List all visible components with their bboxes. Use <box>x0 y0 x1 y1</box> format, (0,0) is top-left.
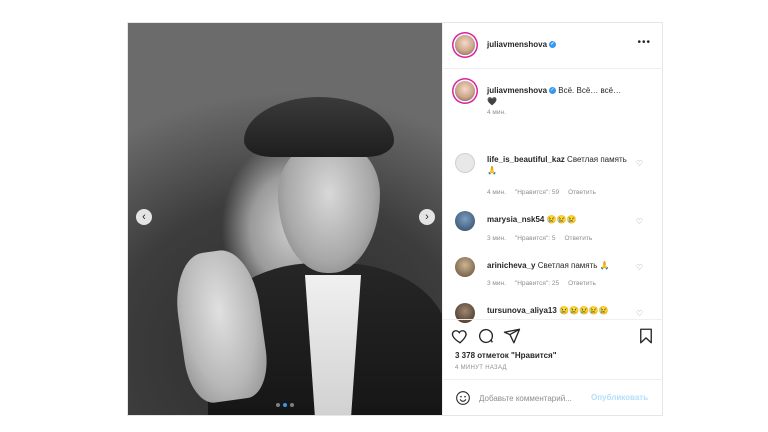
caption-text: Всё. Всё… всё… <box>558 86 622 95</box>
comment-text-row: marysia_nsk54 😢😢😢 <box>487 214 633 225</box>
post-actions: 3 378 отметок "Нравится" 4 МИНУТ НАЗАД <box>443 319 663 379</box>
more-options-icon[interactable]: ••• <box>637 37 651 48</box>
caption-username[interactable]: juliavmenshova <box>487 86 547 95</box>
caption-time: 4 мин. <box>487 109 506 116</box>
comment-like-heart-icon[interactable]: ♡ <box>636 159 643 168</box>
comment-text: 😢😢😢😢😢 <box>559 306 609 315</box>
publish-button[interactable]: Опубликовать <box>591 393 648 402</box>
emoji-smile-icon[interactable] <box>455 390 471 406</box>
comment-time: 4 мин. <box>487 189 506 196</box>
photo-face <box>278 141 380 273</box>
caption-text-row: juliavmenshova ✓ Всё. Всё… всё… 🖤 <box>487 85 633 107</box>
comment-time: 3 мин. <box>487 280 506 287</box>
carousel-prev-button[interactable]: ‹ <box>136 209 152 225</box>
comment-meta: 3 мин. "Нравится": 5 Ответить <box>487 235 601 242</box>
comment-like-heart-icon[interactable]: ♡ <box>636 217 643 226</box>
comment-likes-count[interactable]: "Нравится": 5 <box>515 235 556 242</box>
comment-reply-button[interactable]: Ответить <box>568 189 596 196</box>
post-modal: ‹ › juliavmenshova ✓ ••• juliavmenshova ✓ … <box>127 22 663 416</box>
comment-reply-button[interactable]: Ответить <box>564 235 592 242</box>
caption-author-avatar[interactable] <box>455 81 475 101</box>
comment-text-row: arinicheva_y Светлая память 🙏 <box>487 260 633 271</box>
carousel-indicator <box>276 403 294 407</box>
comment-text: Светлая память 🙏 <box>537 261 610 270</box>
comment-username[interactable]: life_is_beautiful_kaz <box>487 155 565 164</box>
comment-avatar[interactable] <box>455 211 475 231</box>
carousel-dot-active <box>283 403 287 407</box>
comment-avatar[interactable] <box>455 153 475 173</box>
comment-text-row: tursunova_aliya13 😢😢😢😢😢 <box>487 305 633 316</box>
comment-input[interactable] <box>479 391 589 405</box>
author-username[interactable]: juliavmenshova <box>487 40 547 49</box>
comment-username[interactable]: tursunova_aliya13 <box>487 306 557 315</box>
author-username-row: juliavmenshova ✓ <box>487 40 557 49</box>
comment-username[interactable]: arinicheva_y <box>487 261 535 270</box>
comment-likes-count[interactable]: "Нравится": 59 <box>515 189 559 196</box>
photo-hand <box>169 246 273 406</box>
comment-like-heart-icon[interactable]: ♡ <box>636 263 643 272</box>
author-avatar[interactable] <box>455 35 475 55</box>
post-header: juliavmenshova ✓ ••• <box>443 23 663 69</box>
comment-likes-count[interactable]: "Нравится": 25 <box>515 280 559 287</box>
verified-badge-icon: ✓ <box>549 87 557 95</box>
carousel-next-button[interactable]: › <box>419 209 435 225</box>
verified-badge-icon: ✓ <box>549 41 557 49</box>
caption-emoji: 🖤 <box>487 97 497 106</box>
carousel-dot <box>276 403 280 407</box>
comment-icon[interactable] <box>477 327 495 345</box>
comment-text: 😢😢😢 <box>546 215 577 224</box>
post-sidebar: juliavmenshova ✓ ••• juliavmenshova ✓ Всё.… <box>442 23 663 415</box>
photo-cap <box>244 97 394 157</box>
share-icon[interactable] <box>503 327 521 345</box>
post-timestamp: 4 МИНУТ НАЗАД <box>455 365 507 371</box>
like-heart-icon[interactable] <box>451 327 469 345</box>
comments-list: juliavmenshova ✓ Всё. Всё… всё… 🖤 4 мин. … <box>443 69 663 323</box>
bookmark-icon[interactable] <box>637 327 655 345</box>
comment-avatar[interactable] <box>455 257 475 277</box>
carousel-dot <box>290 403 294 407</box>
comment-meta: 4 мин. "Нравится": 59 Ответить <box>487 189 605 196</box>
likes-count[interactable]: 3 378 отметок "Нравится" <box>455 351 557 360</box>
comment-text-row: life_is_beautiful_kaz Светлая память🙏 <box>487 154 633 176</box>
comment-like-heart-icon[interactable]: ♡ <box>636 309 643 318</box>
caption-row: juliavmenshova ✓ Всё. Всё… всё… 🖤 4 мин. <box>443 81 663 127</box>
comment-meta: 3 мин. "Нравится": 25 Ответить <box>487 280 605 287</box>
comment-time: 3 мин. <box>487 235 506 242</box>
comment-username[interactable]: marysia_nsk54 <box>487 215 544 224</box>
comment-reply-button[interactable]: Ответить <box>568 280 596 287</box>
add-comment-bar: Опубликовать <box>443 379 663 415</box>
post-photo[interactable]: ‹ › <box>128 23 442 415</box>
